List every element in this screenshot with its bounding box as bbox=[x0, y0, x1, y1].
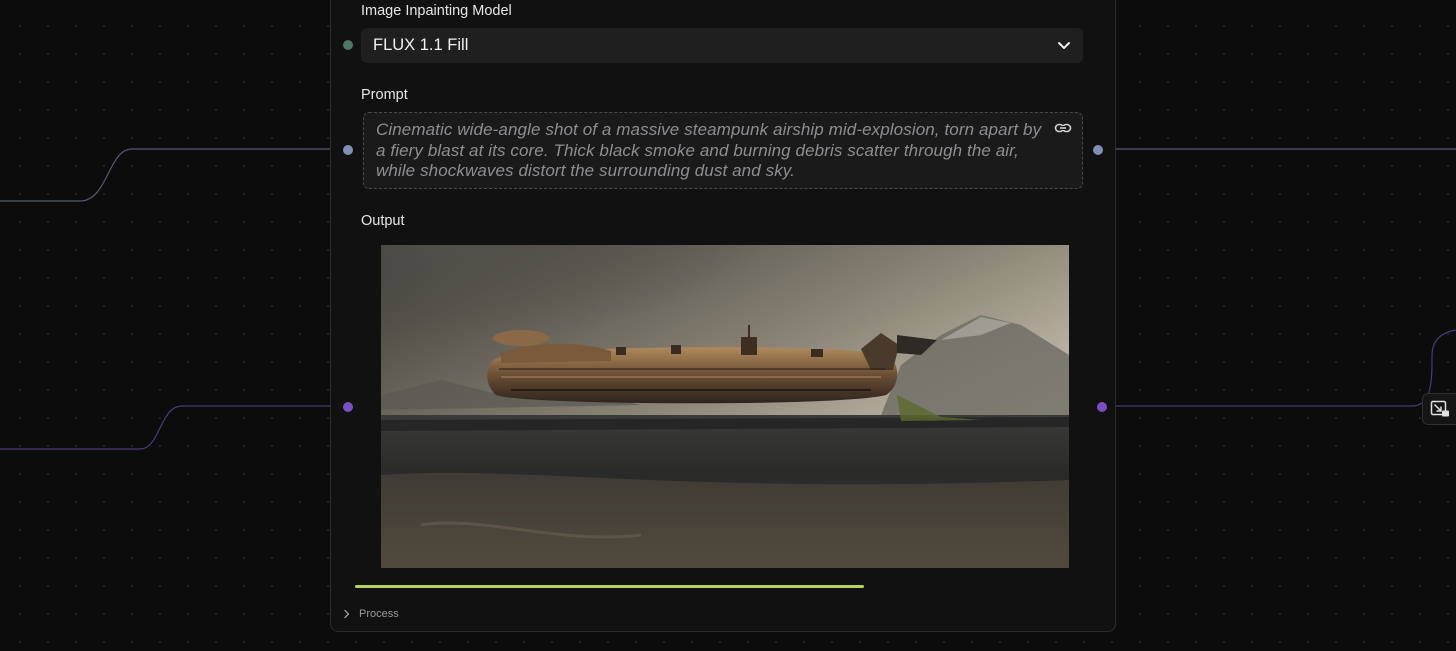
process-label: Process bbox=[359, 608, 399, 620]
model-select[interactable]: FLUX 1.1 Fill bbox=[361, 28, 1083, 63]
output-field-label: Output bbox=[361, 213, 405, 229]
expand-image-icon bbox=[1430, 400, 1449, 417]
model-input-handle[interactable] bbox=[343, 40, 353, 50]
prompt-field-label: Prompt bbox=[361, 87, 408, 103]
model-select-value: FLUX 1.1 Fill bbox=[373, 36, 469, 54]
model-field-label: Image Inpainting Model bbox=[361, 3, 512, 19]
inpainting-node[interactable]: Image Inpainting Model FLUX 1.1 Fill Pro… bbox=[330, 0, 1116, 632]
output-image bbox=[381, 245, 1069, 568]
workflow-canvas[interactable]: Image Inpainting Model FLUX 1.1 Fill Pro… bbox=[0, 0, 1456, 651]
chevron-right-icon bbox=[344, 609, 350, 619]
prompt-input-handle[interactable] bbox=[343, 145, 353, 155]
expand-image-button[interactable] bbox=[1422, 393, 1456, 425]
generated-airship-image bbox=[381, 245, 1069, 568]
image-input-handle[interactable] bbox=[343, 402, 353, 412]
prompt-output-handle[interactable] bbox=[1093, 145, 1103, 155]
link-icon[interactable] bbox=[1054, 121, 1072, 135]
progress-bar bbox=[355, 585, 1093, 588]
progress-fill bbox=[355, 585, 865, 588]
image-output-handle[interactable] bbox=[1097, 402, 1107, 412]
process-toggle[interactable]: Process bbox=[343, 608, 399, 620]
image-input-wire bbox=[0, 405, 343, 450]
prompt-textarea[interactable]: Cinematic wide-angle shot of a massive s… bbox=[363, 112, 1083, 189]
image-output-wire bbox=[1106, 329, 1456, 407]
prompt-input-wire bbox=[0, 148, 343, 202]
chevron-down-icon bbox=[1058, 41, 1070, 49]
prompt-text: Cinematic wide-angle shot of a massive s… bbox=[376, 120, 1042, 180]
